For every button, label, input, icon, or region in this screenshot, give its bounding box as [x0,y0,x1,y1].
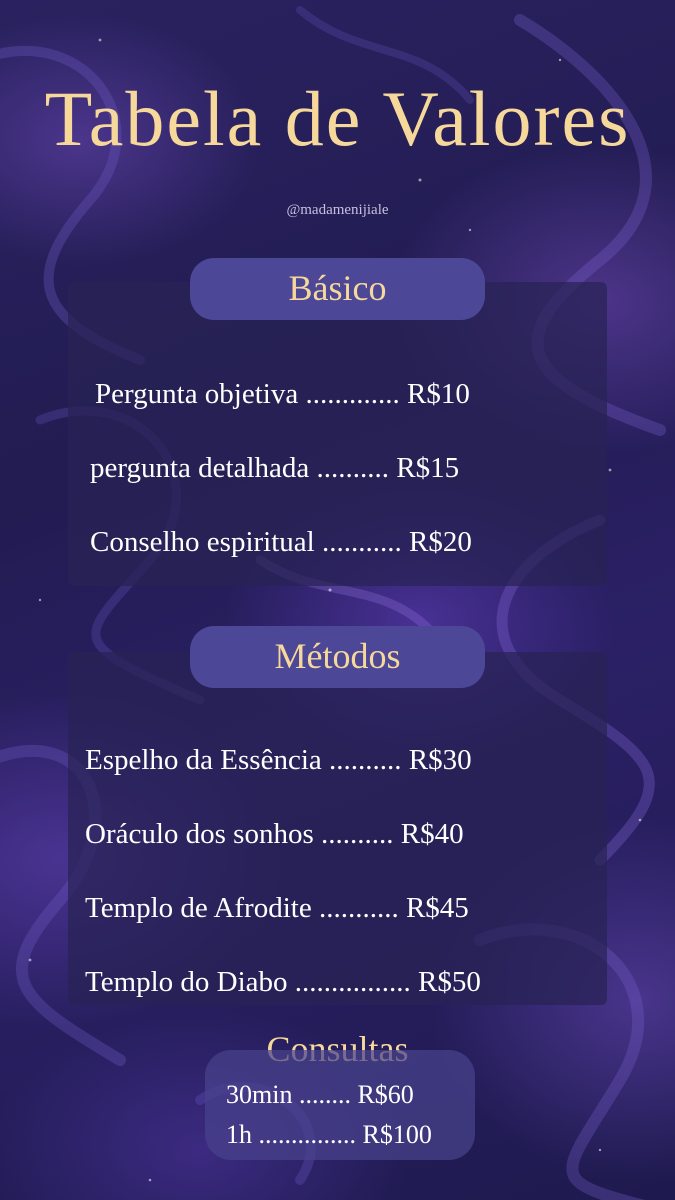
metodos-header: Métodos [190,626,485,688]
instagram-handle: @madamenijiale [286,202,389,218]
consulta-item: 30min ........ R$60 [226,1080,414,1109]
price-item: Templo de Afrodite ........... R$45 [85,892,469,924]
price-item: pergunta detalhada .......... R$15 [90,452,460,484]
price-item: Conselho espiritual ........... R$20 [90,526,472,558]
price-item: Espelho da Essência .......... R$30 [85,744,472,776]
basico-header: Básico [190,258,485,320]
page-title: Tabela de Valores [44,75,631,162]
price-item: Templo do Diabo ................ R$50 [85,966,481,998]
consulta-item: 1h ............... R$100 [226,1120,432,1149]
price-item: Oráculo dos sonhos .......... R$40 [85,818,464,850]
metodos-label: Métodos [274,636,401,676]
basico-label: Básico [288,268,387,308]
price-item: Pergunta objetiva ............. R$10 [95,378,470,410]
swirl-background [0,6,666,1200]
